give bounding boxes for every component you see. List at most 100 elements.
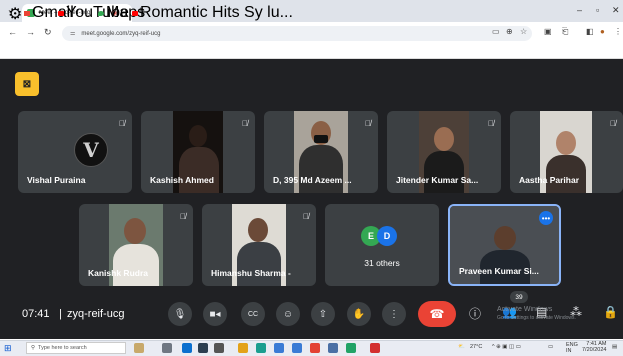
bookmark-label: Romantic Hits Sy lu...: [140, 4, 293, 21]
others-count: 31 others: [364, 258, 400, 268]
bookmark-romantic-hits[interactable]: Romantic Hits Sy lu...: [132, 4, 293, 22]
person-body: [299, 145, 343, 193]
person-body: [113, 244, 159, 286]
site-info-icon[interactable]: ⚌: [70, 30, 75, 37]
url-field[interactable]: ⚌ meet.google.com/zyq-reif-ucg: [62, 26, 532, 41]
youtube-icon: [58, 10, 64, 16]
participant-tile[interactable]: 🎙̸ D, 395 Md Azeem ...: [264, 111, 378, 193]
divider: |: [59, 308, 62, 320]
store-icon[interactable]: [198, 343, 208, 353]
chrome-icon[interactable]: [310, 343, 320, 353]
weather-icon[interactable]: ⛅: [458, 344, 465, 350]
app-icon[interactable]: [292, 343, 302, 353]
meet-stage: [0, 59, 623, 339]
self-tile[interactable]: ••• Praveen Kumar Si...: [448, 204, 561, 286]
maximize-icon[interactable]: ▫: [596, 5, 599, 15]
more-options-icon[interactable]: •••: [539, 211, 553, 225]
mic-button[interactable]: 🎙: [168, 302, 192, 326]
participant-name: Himanshu Sharma -: [211, 268, 291, 278]
mic-off-icon: 🎙̸: [119, 119, 125, 128]
taskbar-app-icon[interactable]: [134, 343, 144, 353]
participant-name: Aastha Parihar: [519, 175, 579, 185]
cast-icon[interactable]: ▭: [492, 27, 500, 36]
participant-tile[interactable]: 🎙̸ Himanshu Sharma -: [202, 204, 316, 286]
maps-icon: [98, 10, 104, 16]
pdf-icon[interactable]: [370, 343, 380, 353]
leave-call-button[interactable]: ☎: [418, 301, 456, 327]
screen: { "browser": { "tab_title": "Meet \u2013…: [0, 0, 623, 356]
app-icon[interactable]: [328, 343, 338, 353]
participant-name: Jitender Kumar Sa...: [396, 175, 479, 185]
participant-tile[interactable]: 🎙̸ Kashish Ahmed: [141, 111, 255, 193]
present-icon: ⇧: [318, 308, 328, 320]
mic-off-icon: 🎙̸: [488, 119, 494, 128]
captions-icon: CC: [247, 310, 259, 318]
tray-icons[interactable]: ^ ⊕ ▣ ◫ ▭: [492, 344, 521, 350]
participant-name: Kashish Ahmed: [150, 175, 214, 185]
others-avatars: E D: [361, 226, 397, 246]
person-head: [494, 226, 516, 250]
meeting-time: 07:41: [22, 308, 50, 320]
reactions-button[interactable]: ☺: [276, 302, 300, 326]
task-view-icon[interactable]: [162, 343, 172, 353]
camera-icon: ■◂: [209, 308, 221, 320]
profile-icon[interactable]: ●: [600, 27, 605, 36]
participant-tile[interactable]: 🎙̸ Kanishk Rudra: [79, 204, 193, 286]
person-head: [189, 125, 207, 147]
app-icon[interactable]: [256, 343, 266, 353]
back-icon[interactable]: ←: [8, 27, 17, 37]
host-controls-icon[interactable]: 🔒: [603, 305, 618, 319]
windows-start-icon[interactable]: ⊞: [4, 343, 12, 354]
participant-name: Vishal Puraina: [27, 175, 86, 185]
participant-name: D, 395 Md Azeem ...: [273, 175, 352, 185]
clock[interactable]: 7:41 AM 7/20/2024: [582, 341, 606, 353]
folder-icon[interactable]: [238, 343, 248, 353]
others-tile[interactable]: E D 31 others: [325, 204, 439, 286]
bookmark-star-icon[interactable]: ☆: [520, 27, 527, 36]
face-mask: [314, 135, 328, 143]
edge-icon[interactable]: [182, 343, 192, 353]
person-body: [237, 242, 281, 286]
forward-icon[interactable]: →: [26, 27, 35, 37]
participant-tile[interactable]: 🎙̸ Aastha Parihar: [510, 111, 623, 193]
clock-date: 7/20/2024: [582, 347, 607, 353]
app-icon[interactable]: [274, 343, 284, 353]
battery-icon[interactable]: ▭: [548, 344, 553, 350]
app-icon[interactable]: [214, 343, 224, 353]
extension-icon[interactable]: ▣: [544, 27, 552, 36]
hand-icon: ✋: [352, 308, 366, 320]
watermark-subtitle: Go to Settings to activate Windows.: [497, 315, 576, 321]
bookmarks-bar: [0, 44, 623, 59]
taskbar-search[interactable]: ⚲ Type here to search: [26, 342, 126, 354]
info-icon[interactable]: ⓘ: [469, 305, 481, 322]
raise-hand-button[interactable]: ✋: [347, 302, 371, 326]
participant-name: Praveen Kumar Si...: [459, 266, 539, 276]
notifications-icon[interactable]: ▤: [612, 344, 617, 350]
downloads-icon[interactable]: ⎗: [562, 27, 568, 37]
activate-windows-watermark: Activate Windows Go to Settings to activ…: [497, 306, 576, 322]
participant-count-badge: 39: [510, 291, 528, 303]
captions-button[interactable]: CC: [241, 302, 265, 326]
gmail-icon: [24, 10, 30, 16]
excel-icon[interactable]: [346, 343, 356, 353]
camera-button[interactable]: ■◂: [203, 302, 227, 326]
temperature: 27°C: [470, 344, 483, 350]
notification-icon[interactable]: ⊠: [15, 72, 39, 96]
minimize-icon[interactable]: –: [577, 5, 582, 15]
window-close-icon[interactable]: ✕: [612, 5, 620, 16]
language[interactable]: ENG IN: [566, 342, 578, 354]
more-button[interactable]: ⋮: [382, 302, 406, 326]
mic-icon: 🎙: [173, 308, 187, 320]
sidepanel-icon[interactable]: ◧: [586, 27, 594, 36]
apps-icon[interactable]: ⚙: [8, 4, 22, 24]
mic-off-icon: 🎙̸: [365, 119, 371, 128]
participant-tile[interactable]: V 🎙̸ Vishal Puraina: [18, 111, 132, 193]
zoom-icon[interactable]: ⊕: [506, 27, 513, 36]
menu-icon[interactable]: ⋮: [614, 27, 622, 36]
present-button[interactable]: ⇧: [311, 302, 335, 326]
reload-icon[interactable]: ↻: [44, 27, 52, 38]
participant-tile[interactable]: 🎙̸ Jitender Kumar Sa...: [387, 111, 501, 193]
meeting-code: zyq-reif-ucg: [67, 308, 125, 320]
language-region: IN: [566, 348, 572, 354]
person-body: [546, 155, 586, 193]
